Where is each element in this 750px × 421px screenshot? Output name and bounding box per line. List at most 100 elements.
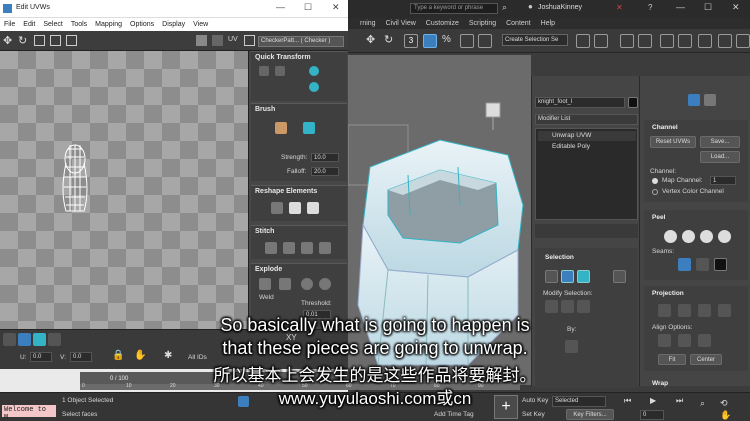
percent-snap-icon[interactable]: % [442,34,456,48]
rotate-icon[interactable]: ↻ [384,34,398,48]
uvw-move-icon[interactable]: ✥ [3,34,12,47]
angle-snap-icon[interactable] [423,34,437,48]
uvw-menu-edit[interactable]: Edit [23,21,35,28]
reset-uvws-button[interactable]: Reset UVWs [650,136,696,148]
material-editor-icon[interactable] [698,34,712,48]
vertex-color-radio[interactable] [652,189,658,195]
vertex-select-icon[interactable] [545,270,558,283]
menu-item-content[interactable]: Content [506,20,531,27]
save-button[interactable]: Save... [700,136,740,148]
reshape-elements-header[interactable]: Reshape Elements [251,186,347,197]
polygon-mode-icon[interactable] [704,94,716,106]
mirror-icon[interactable] [576,34,590,48]
load-button[interactable]: Load... [700,151,740,163]
straighten-icon[interactable] [271,202,283,214]
rotate-cw-icon[interactable] [309,66,319,76]
align-vertical-icon[interactable] [275,66,285,76]
seam-black-icon[interactable] [714,258,727,271]
uvw-menu-select[interactable]: Select [43,21,62,28]
weld-selected-icon[interactable] [301,278,313,290]
uvw-scale-icon[interactable] [34,35,45,46]
menu-item-customize[interactable]: Customize [426,20,459,27]
edge-select-icon[interactable] [561,270,574,283]
menu-item-scripting[interactable]: Scripting [469,20,496,27]
pan-icon[interactable]: ✋ [720,410,731,421]
menu-item-learning[interactable]: rning [360,20,376,27]
close-icon[interactable]: ✕ [732,2,740,13]
strength-field[interactable]: 10.0 [311,153,339,162]
move-icon[interactable]: ✥ [366,34,380,48]
align-horizontal-icon[interactable] [259,66,269,76]
uvw-grid-icon[interactable] [212,35,223,46]
stitch-header[interactable]: Stitch [251,226,347,237]
curve-editor-icon[interactable] [660,34,674,48]
object-color-swatch[interactable] [628,97,638,108]
explode-to-elements-icon[interactable] [279,278,291,290]
key-filters-button[interactable]: Key Filters... [566,409,614,420]
minimize-icon[interactable]: — [676,2,685,12]
pin-icon[interactable] [718,230,731,243]
quick-transform-header[interactable]: Quick Transform [251,52,347,63]
help-icon[interactable]: ? [648,3,652,12]
stack-item-unwrap[interactable]: Unwrap UVW [538,131,636,141]
seam-edit-icon[interactable] [678,258,691,271]
loop-selection-icon[interactable] [577,300,590,313]
paint-move-icon[interactable] [275,122,287,134]
set-key-button[interactable]: Set Key [522,411,545,418]
peel-mode-icon[interactable] [682,230,695,243]
break-icon[interactable] [259,278,271,290]
quick-peel-icon[interactable] [664,230,677,243]
uvw-transform-icon[interactable] [244,35,255,46]
falloff-field[interactable]: 20.0 [311,167,339,176]
maximize-icon[interactable]: ☐ [704,2,712,13]
uvw-maximize-icon[interactable]: ☐ [304,2,312,13]
checker-pattern-dropdown[interactable]: CheckerPatt... ( Checker ) [258,36,344,47]
reset-peel-icon[interactable] [700,230,713,243]
uvw-freeform-icon[interactable] [50,35,61,46]
scene-explorer-icon[interactable] [638,34,652,48]
relax-brush-icon[interactable] [303,122,315,134]
close-x-icon[interactable]: ✕ [616,3,623,12]
spinner-snap-icon[interactable] [460,34,474,48]
uvw-checker-icon[interactable] [196,35,207,46]
uvw-close-icon[interactable]: ✕ [332,2,340,13]
stitch-settings-icon[interactable] [319,242,331,254]
user-name[interactable]: JoshuaKinney [538,4,582,11]
search-icon[interactable]: ⌕ [502,2,507,13]
render-icon[interactable] [736,34,750,48]
brush-header[interactable]: Brush [251,104,347,115]
grow-selection-icon[interactable] [545,300,558,313]
menu-item-civil-view[interactable]: Civil View [386,20,416,27]
schematic-view-icon[interactable] [678,34,692,48]
create-selection-set-dropdown[interactable]: Create Selection Se [502,34,568,46]
uvw-rotate-icon[interactable]: ↻ [18,34,27,47]
uvw-menu-tools[interactable]: Tools [71,21,87,28]
relax-icon[interactable] [289,202,301,214]
uvw-menu-options[interactable]: Options [130,21,154,28]
seam-point-icon[interactable] [696,258,709,271]
search-input[interactable]: Type a keyword or phrase [410,3,498,14]
snap-3d-icon[interactable]: 3 [404,34,418,48]
weld-all-icon[interactable] [319,278,331,290]
explode-header[interactable]: Explode [251,264,347,275]
object-name-field[interactable]: knight_foot_l [535,97,625,108]
element-select-icon[interactable] [613,270,626,283]
uvw-menu-view[interactable]: View [193,21,208,28]
shrink-selection-icon[interactable] [561,300,574,313]
modifier-list-dropdown[interactable]: Modifier List [535,114,638,125]
render-setup-icon[interactable] [718,34,732,48]
rotate-ccw-icon[interactable] [309,82,319,92]
menu-item-help[interactable]: Help [541,20,555,27]
face-select-icon[interactable] [577,270,590,283]
map-channel-radio[interactable] [652,178,658,184]
unwrap-mode-icon[interactable] [688,94,700,106]
relax-settings-icon[interactable] [307,202,319,214]
stitch-average-icon[interactable] [283,242,295,254]
uvw-menu-mapping[interactable]: Mapping [95,21,122,28]
stack-item-editable-poly[interactable]: Editable Poly [538,142,636,152]
add-time-tag-text[interactable]: Add Time Tag [434,411,474,418]
uv-editor-canvas[interactable] [0,51,248,329]
uvw-menu-display[interactable]: Display [162,21,185,28]
map-channel-field[interactable]: 1 [710,176,736,185]
align-icon[interactable] [594,34,608,48]
